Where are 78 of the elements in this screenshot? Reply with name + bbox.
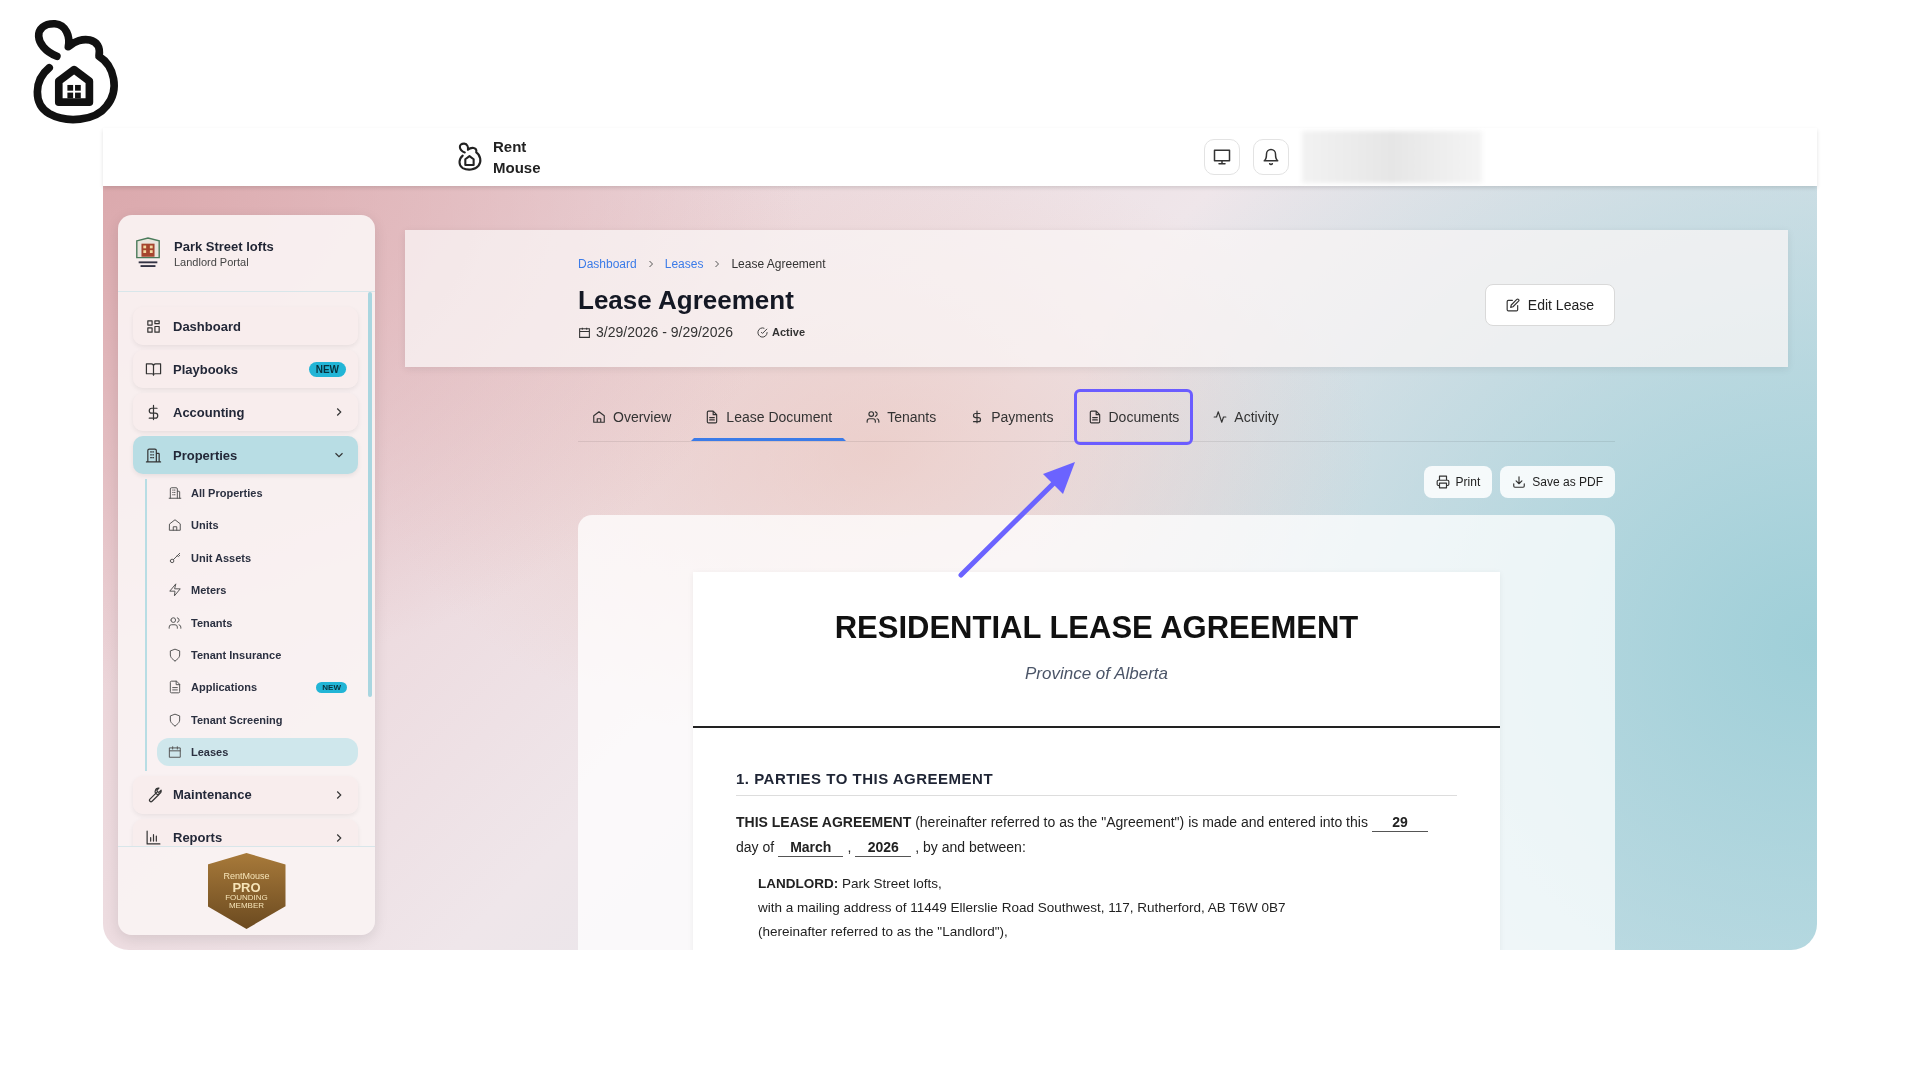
portal-subtitle: Landlord Portal — [174, 255, 250, 268]
breadcrumb-link[interactable]: Leases — [664, 257, 704, 271]
nav-subitem[interactable]: All Properties — [157, 479, 358, 507]
nav-item[interactable]: Dashboard — [133, 307, 358, 345]
nav-subitem[interactable]: Tenants — [157, 608, 358, 637]
breadcrumb-current: Lease Agreement — [731, 257, 826, 271]
mouse-house-logo-icon — [457, 142, 483, 172]
paragraph-text: day of — [736, 839, 775, 855]
bell-icon — [1262, 148, 1280, 166]
save-pdf-button[interactable]: Save as PDF — [1500, 466, 1615, 498]
scrollbar[interactable] — [368, 292, 372, 697]
nav-item[interactable]: Reports — [133, 818, 358, 846]
document-title: RESIDENTIAL LEASE AGREEMENT — [833, 610, 1360, 646]
tab[interactable]: Tenants — [852, 393, 951, 441]
print-button[interactable]: Print — [1423, 466, 1493, 498]
nav-subitem[interactable]: Tenant Screening — [157, 705, 358, 734]
landlord-text: with a mailing address of 11449 Ellerslie Road Southwest, 117, Rutherford, AB T6W 0B7 — [758, 899, 1287, 917]
page-title: Lease Agreement — [578, 285, 795, 316]
download-icon — [1512, 475, 1527, 489]
tab[interactable]: Activity — [1199, 393, 1293, 441]
breadcrumb-link[interactable]: Dashboard — [578, 257, 637, 271]
activity-icon — [1213, 410, 1228, 424]
document-subtitle: Province of Alberta — [1024, 664, 1169, 684]
tab[interactable]: Documents — [1073, 389, 1194, 445]
organization-name: Park Street lofts — [174, 238, 274, 254]
nav-item[interactable]: Maintenance — [133, 775, 358, 814]
home-icon — [168, 518, 182, 533]
founding-member-emblem: RentMouse PRO FOUNDING MEMBER — [207, 853, 286, 929]
shield-icon — [168, 712, 182, 727]
paragraph-text: THIS LEASE AGREEMENT (hereinafter referred to as the "Agreement") is made and entered into this — [736, 814, 1368, 830]
nav-item[interactable]: Accounting — [133, 393, 358, 431]
tab[interactable]: Lease Document — [691, 393, 847, 441]
nav-subitem[interactable]: Applications NEW — [157, 673, 358, 702]
nav-subitem[interactable]: Meters — [157, 576, 358, 605]
book-icon — [145, 360, 162, 378]
nav-subitem[interactable]: Units — [157, 511, 358, 540]
paragraph-text: , — [847, 839, 852, 855]
brand-name: Rent Mouse — [493, 137, 541, 178]
landlord-text: (hereinafter referred to as the "Landlord"), — [758, 923, 1009, 941]
paragraph-text: , by and between: — [915, 839, 1026, 855]
lease-dates: 3/29/2026 - 9/29/2026 — [596, 324, 733, 340]
building-icon — [145, 446, 162, 464]
document-icon — [705, 410, 720, 424]
new-badge: NEW — [316, 681, 347, 693]
notifications-button[interactable] — [1253, 139, 1289, 175]
fill-in-line: March — [778, 838, 844, 857]
lightning-icon — [168, 583, 182, 598]
building-icon — [168, 486, 182, 500]
status-label: Active — [772, 326, 806, 338]
calendar-icon — [578, 325, 591, 339]
nav-item[interactable]: Properties — [133, 436, 358, 474]
key-icon — [168, 550, 182, 565]
landlord-text: LANDLORD: Park Street lofts, — [758, 875, 943, 893]
monitor-icon — [1213, 148, 1231, 166]
printer-icon — [1435, 475, 1450, 489]
tab[interactable]: Payments — [956, 393, 1068, 441]
monitor-button[interactable] — [1204, 139, 1240, 175]
bar-chart-icon — [145, 829, 162, 846]
section-heading: 1. PARTIES TO THIS AGREEMENT — [736, 770, 1457, 796]
users-icon — [168, 615, 182, 630]
document-icon — [1087, 410, 1102, 424]
shield-icon — [168, 647, 182, 662]
fill-in-line: 29 — [1371, 813, 1428, 832]
nav-subitem[interactable]: Leases — [157, 738, 358, 767]
edit-lease-button[interactable]: Edit Lease — [1484, 283, 1615, 326]
calendar-icon — [168, 745, 182, 760]
nav-subitem[interactable]: Unit Assets — [157, 543, 358, 572]
nav-subitem[interactable]: Tenant Insurance — [157, 640, 358, 669]
home-icon — [592, 410, 606, 424]
document-icon — [168, 680, 182, 695]
tab[interactable]: Overview — [578, 393, 686, 441]
nav-item[interactable]: Playbooks NEW — [133, 350, 358, 388]
users-icon — [866, 410, 881, 424]
building-logo-icon — [134, 236, 162, 270]
edit-icon — [1505, 297, 1520, 312]
new-badge: NEW — [308, 361, 346, 377]
fill-in-line: 2026 — [855, 838, 912, 857]
grid-icon — [145, 317, 162, 335]
